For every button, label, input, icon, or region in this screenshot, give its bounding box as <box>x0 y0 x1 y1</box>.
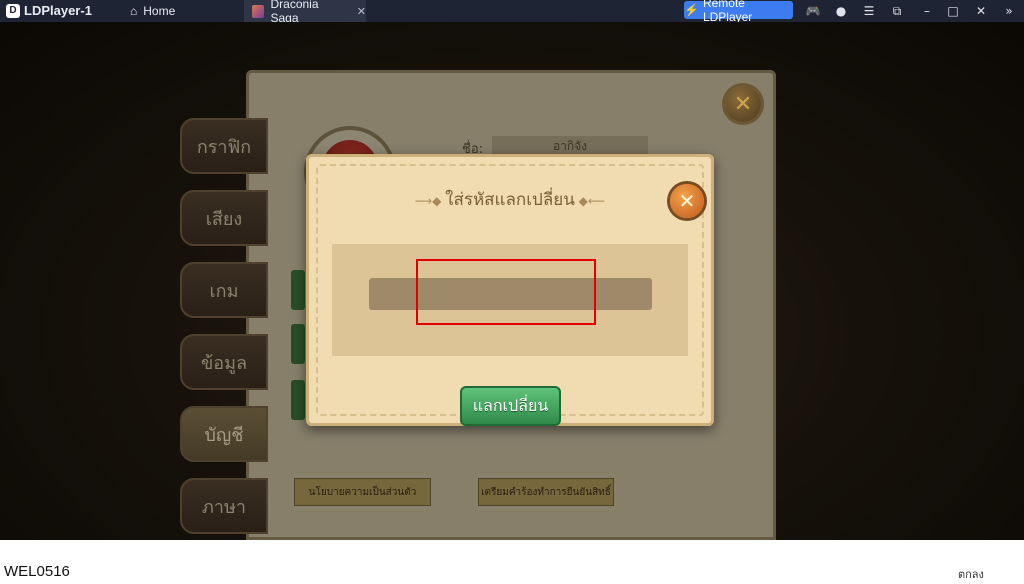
redeem-code-text: WEL0516 <box>4 563 70 580</box>
game-thumbnail-icon <box>252 4 265 18</box>
tab-game[interactable]: Draconia Saga ✕ <box>244 0 366 25</box>
redeem-code-input[interactable] <box>369 278 652 310</box>
lightning-icon: ⚡ <box>684 3 699 17</box>
app-logo: D LDPlayer-1 <box>6 3 92 18</box>
menu-icon[interactable]: ☰ <box>860 2 878 20</box>
redeem-button[interactable]: แลกเปลี่ยน <box>460 386 561 426</box>
remote-button-label: Remote LDPlayer <box>702 0 753 24</box>
close-icon[interactable]: ✕ <box>670 184 704 218</box>
account-icon[interactable]: ● <box>832 2 850 20</box>
tab-home[interactable]: ⌂ Home <box>130 0 230 22</box>
close-window-icon[interactable]: ✕ <box>972 2 990 20</box>
maximize-icon[interactable]: □ <box>944 2 962 20</box>
gamepad-icon[interactable]: 🎮 <box>804 2 822 20</box>
tab-close-icon[interactable]: ✕ <box>357 5 366 18</box>
dialog-title: ⟶◆ ใส่รหัสแลกเปลี่ยน ◆⟵ <box>414 190 606 210</box>
close-icon[interactable]: ✕ <box>725 86 761 122</box>
ornament-right-icon: ◆⟵ <box>574 194 606 208</box>
ok-button[interactable]: ตกลง <box>958 565 984 583</box>
ornament-left-icon: ⟶◆ <box>414 194 446 208</box>
app-name: LDPlayer-1 <box>24 3 92 18</box>
tab-home-label: Home <box>143 4 176 18</box>
remote-ldplayer-button[interactable]: ⚡ Remote LDPlayer <box>684 0 793 24</box>
expand-sidebar-icon[interactable]: » <box>1000 2 1018 20</box>
minimize-icon[interactable]: – <box>918 2 936 20</box>
restore-window-icon[interactable]: ⧉ <box>888 2 906 20</box>
title-bar: D LDPlayer-1 ⌂ Home Draconia Saga ✕ ⚡ Re… <box>0 0 1024 25</box>
home-icon: ⌂ <box>130 4 138 18</box>
ldplayer-logo-icon: D <box>6 3 20 18</box>
